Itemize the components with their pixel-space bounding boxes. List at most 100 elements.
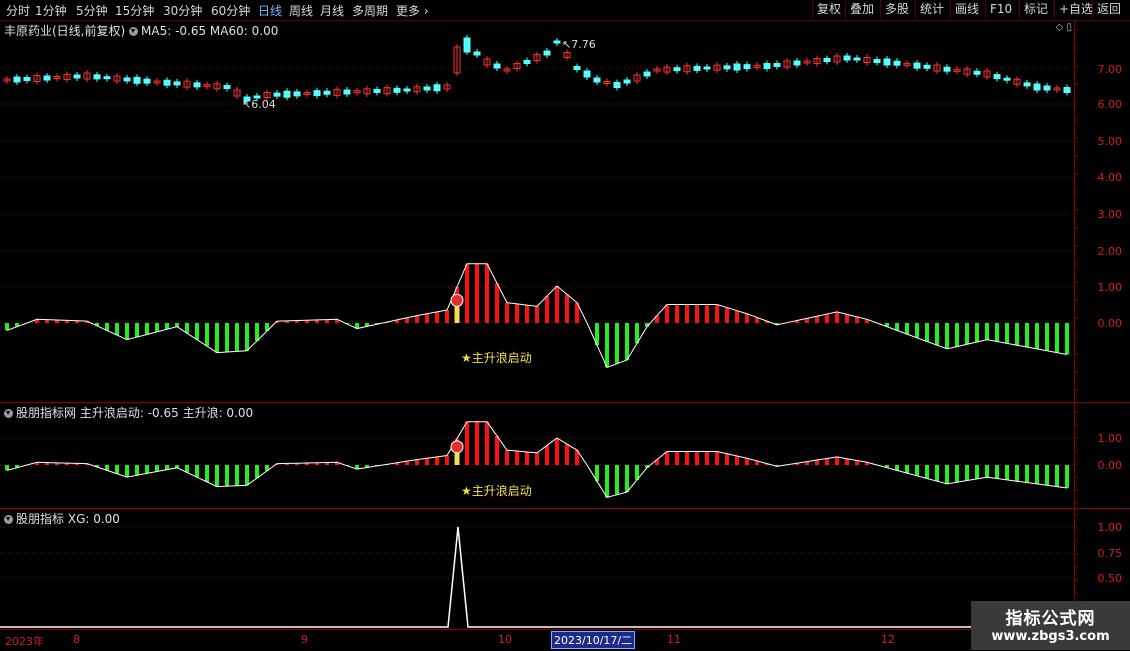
candle-body <box>613 82 621 88</box>
watermark: 指标公式网 www.zbgs3.com <box>971 601 1130 650</box>
dropdown-icon[interactable] <box>4 409 13 418</box>
candle-body <box>133 76 141 84</box>
candle-body <box>223 85 231 89</box>
candle-body <box>103 76 111 80</box>
candle-body <box>163 79 171 86</box>
kline-chart-canvas[interactable] <box>0 0 1130 650</box>
date-label: 9 <box>301 633 308 646</box>
date-label: 10 <box>498 633 512 646</box>
candle-body <box>583 70 591 78</box>
dropdown-icon[interactable] <box>4 515 13 524</box>
y-tick: 1.00 <box>1097 521 1123 534</box>
y-tick: 3.00 <box>1097 208 1123 221</box>
candle-body <box>973 70 981 75</box>
panel3-header: 股朋指标 XG: 0.00 <box>4 510 120 527</box>
y-tick: 7.00 <box>1097 63 1123 76</box>
candle-body <box>793 60 801 66</box>
candle-body <box>143 78 151 84</box>
date-label: 11 <box>667 633 681 646</box>
candle-body <box>873 59 881 63</box>
candle-body <box>123 77 131 82</box>
panel-icons[interactable]: ◇ ▯ <box>1056 22 1072 33</box>
candle-body <box>743 64 751 70</box>
candle-body <box>93 74 101 80</box>
y-tick: 0.00 <box>1097 317 1123 330</box>
candle-body <box>293 91 301 97</box>
candle-body <box>433 84 441 92</box>
panel-divider[interactable] <box>0 402 1130 403</box>
candle-body <box>23 77 31 81</box>
candle-body <box>643 71 651 77</box>
stock-title[interactable]: 丰原药业(日线,前复权) <box>4 24 125 38</box>
candle-body <box>543 50 551 56</box>
y-tick: 4.00 <box>1097 171 1123 184</box>
candle-body <box>733 63 741 71</box>
y-tick: 2.00 <box>1097 245 1123 258</box>
candle-body <box>723 65 731 70</box>
candle-body <box>313 90 321 97</box>
y-tick: 1.00 <box>1097 281 1123 294</box>
y-tick: 1.00 <box>1097 432 1123 445</box>
panel2-header: 股朋指标网 主升浪启动: -0.65 主升浪: 0.00 <box>4 404 253 421</box>
ma-values: MA5: -0.65 MA60: 0.00 <box>141 24 279 38</box>
panel2-title[interactable]: 股朋指标网 <box>16 406 76 420</box>
high-price-label: ↖7.76 <box>562 38 596 51</box>
date-label: 12 <box>881 633 895 646</box>
candle-body <box>763 63 771 69</box>
date-label: 8 <box>73 633 80 646</box>
candle-body <box>823 58 831 62</box>
candle-body <box>523 60 531 64</box>
candle-body <box>283 90 291 98</box>
panel3-title[interactable]: 股朋指标 <box>16 512 64 526</box>
candle-body <box>693 65 701 71</box>
candle-body <box>853 57 861 61</box>
candle-body <box>1033 83 1041 91</box>
histogram-signal-dot <box>450 293 464 307</box>
candle-body <box>923 64 931 69</box>
xg-line <box>0 526 1074 628</box>
candle-body <box>393 87 401 93</box>
candle-body <box>993 74 1001 80</box>
candle-body <box>373 89 381 93</box>
candle-body <box>623 79 631 84</box>
low-price-label: ↖6.04 <box>242 98 276 111</box>
candle-body <box>573 66 581 70</box>
dropdown-icon[interactable] <box>129 27 139 36</box>
y-tick: 0.00 <box>1097 459 1123 472</box>
panel2-values: 主升浪启动: -0.65 主升浪: 0.00 <box>79 406 254 420</box>
candle-body <box>843 55 851 61</box>
watermark-title: 指标公式网 <box>1005 609 1096 629</box>
candle-body <box>703 66 711 70</box>
candle-body <box>73 74 81 79</box>
candle-body <box>593 77 601 83</box>
candle-body <box>553 40 561 44</box>
candle-body <box>423 86 431 91</box>
date-label: 2023年 <box>5 635 44 648</box>
candle-body <box>1023 82 1031 87</box>
candle-body <box>473 51 481 56</box>
candle-body <box>493 63 501 69</box>
candle-body <box>893 60 901 66</box>
watermark-url: www.zbgs3.com <box>991 629 1110 644</box>
candle-body <box>323 90 331 95</box>
candle-body <box>1003 77 1011 81</box>
candle-body <box>13 76 21 83</box>
y-tick: 0.50 <box>1097 572 1123 585</box>
main-panel-header: 丰原药业(日线,前复权) MA5: -0.65 MA60: 0.00 <box>4 22 278 39</box>
candle-body <box>193 82 201 88</box>
candle-body <box>883 58 891 66</box>
signal-label: ★主升浪启动 <box>461 351 532 365</box>
y-tick: 5.00 <box>1097 135 1123 148</box>
y-tick: 6.00 <box>1097 98 1123 111</box>
candle-body <box>673 67 681 72</box>
y-tick: 0.75 <box>1097 547 1123 560</box>
axis-divider <box>1074 20 1075 630</box>
panel-divider[interactable] <box>0 508 1130 509</box>
panel3-values: XG: 0.00 <box>67 512 120 526</box>
candle-body <box>773 63 781 67</box>
candle-body <box>343 89 351 95</box>
date-axis[interactable]: 2023年 8 9 10 2023/10/17/二 11 12 <box>0 629 1130 651</box>
candle-body <box>43 75 51 81</box>
crosshair-date-label: 2023/10/17/二 <box>551 631 636 649</box>
histogram2-signal-dot <box>450 440 464 454</box>
